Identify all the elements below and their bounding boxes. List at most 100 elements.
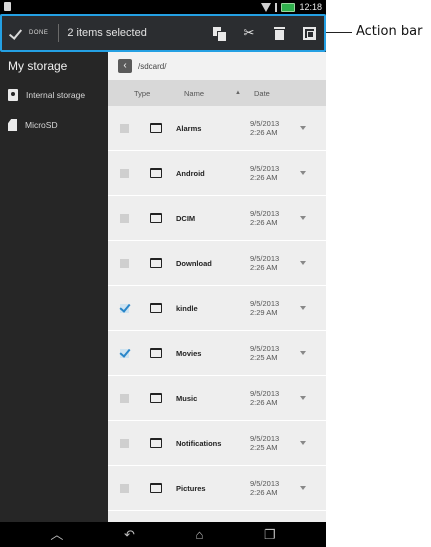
row-menu-icon[interactable] (300, 351, 306, 355)
sort-ascending-icon: ▲ (235, 90, 241, 96)
file-name: Music (176, 393, 198, 403)
back-button[interactable]: ‹ (118, 59, 132, 73)
row-menu-icon[interactable] (300, 441, 306, 445)
file-date-time: 2:26 AM (250, 218, 278, 227)
row-menu-icon[interactable] (300, 306, 306, 310)
row-checkbox[interactable] (120, 168, 129, 178)
storage-sidebar: My storage Internal storage MicroSD (0, 52, 108, 522)
file-date-day: 9/5/2013 (250, 434, 280, 443)
row-checkbox[interactable] (120, 258, 129, 268)
file-list-pane: ‹ /sdcard/ Type Name ▲ Date Alarms 9/5/20… (108, 52, 326, 522)
column-date[interactable]: Date (254, 89, 326, 98)
action-bar-divider (58, 24, 60, 42)
row-menu-icon[interactable] (300, 126, 306, 130)
row-checkbox[interactable] (120, 213, 129, 223)
file-list: Alarms 9/5/2013 2:26 AM Android 9/5/2013 2:26… (108, 106, 326, 522)
sidebar-item-internal-storage[interactable]: Internal storage (0, 80, 108, 110)
file-date-time: 2:26 AM (250, 398, 278, 407)
folder-icon (150, 438, 162, 448)
copy-icon (212, 26, 227, 42)
row-checkbox[interactable] (120, 483, 129, 493)
row-menu-icon[interactable] (300, 396, 306, 400)
file-date-time: 2:26 AM (250, 173, 278, 182)
file-date-day: 9/5/2013 (250, 164, 280, 173)
current-path: /sdcard/ (138, 61, 167, 71)
folder-icon (150, 213, 162, 223)
file-row[interactable]: Podcasts9/5/20132:26 AM (108, 511, 326, 522)
folder-icon (150, 123, 162, 133)
file-date: 9/5/2013 2:26 AM (250, 389, 294, 407)
home-icon[interactable]: ⌂ (196, 528, 204, 541)
sidebar-title: My storage (8, 59, 68, 73)
row-checkbox[interactable] (120, 348, 129, 358)
notification-icon (4, 2, 11, 11)
file-date-day: 9/5/2013 (250, 254, 280, 263)
file-row[interactable]: DCIM 9/5/2013 2:26 AM (108, 196, 326, 241)
row-checkbox[interactable] (120, 303, 129, 313)
file-date-day: 9/5/2013 (250, 479, 280, 488)
folder-icon (150, 303, 162, 313)
row-menu-icon[interactable] (300, 261, 306, 265)
file-date-day: 9/5/2013 (250, 119, 280, 128)
callout-label: Action bar (356, 24, 423, 39)
file-date: 9/5/2013 2:26 AM (250, 254, 294, 272)
row-menu-icon[interactable] (300, 216, 306, 220)
file-name: DCIM (176, 213, 196, 223)
sidebar-item-label: Internal storage (26, 90, 86, 100)
check-icon (10, 28, 24, 38)
cut-button[interactable]: ✂ (234, 16, 264, 50)
file-row[interactable]: kindle 9/5/2013 2:29 AM (108, 286, 326, 331)
hide-keyboard-icon[interactable]: ︿ (50, 528, 63, 541)
file-name: Notifications (176, 438, 222, 448)
microsd-icon (8, 119, 17, 131)
selection-count: 2 items selected (67, 27, 147, 39)
path-bar: ‹ /sdcard/ (108, 52, 326, 80)
file-date: 9/5/2013 2:26 AM (250, 164, 294, 182)
row-checkbox[interactable] (120, 438, 129, 448)
file-date-time: 2:25 AM (250, 443, 278, 452)
cut-icon: ✂ (243, 25, 255, 40)
file-name: kindle (176, 303, 198, 313)
file-name: Movies (176, 348, 202, 358)
file-row[interactable]: Music 9/5/2013 2:26 AM (108, 376, 326, 421)
delete-button[interactable] (264, 16, 294, 50)
row-menu-icon[interactable] (300, 486, 306, 490)
delete-icon (273, 26, 285, 40)
file-name: Android (176, 168, 205, 178)
navigation-bar: ︿ ↶ ⌂ ❐ (0, 522, 326, 547)
wifi-icon (261, 2, 272, 12)
file-row[interactable]: Alarms 9/5/2013 2:26 AM (108, 106, 326, 151)
file-name: Pictures (176, 483, 206, 493)
sidebar-item-microsd[interactable]: MicroSD (0, 110, 108, 140)
signal-icon (275, 2, 278, 12)
row-checkbox[interactable] (120, 393, 129, 403)
file-date-time: 2:26 AM (250, 263, 278, 272)
status-bar: 12:18 (0, 0, 326, 14)
status-icons: 12:18 (261, 1, 322, 13)
file-row[interactable]: Download 9/5/2013 2:26 AM (108, 241, 326, 286)
file-row[interactable]: Pictures 9/5/2013 2:26 AM (108, 466, 326, 511)
copy-button[interactable] (204, 16, 234, 50)
folder-icon (150, 258, 162, 268)
file-date: 9/5/2013 2:25 AM (250, 344, 294, 362)
recent-apps-icon[interactable]: ❐ (264, 528, 276, 541)
battery-icon (281, 2, 296, 12)
folder-icon (150, 348, 162, 358)
done-button[interactable]: DONE (2, 16, 56, 50)
row-menu-icon[interactable] (300, 171, 306, 175)
file-row[interactable]: Movies 9/5/2013 2:25 AM (108, 331, 326, 376)
folder-icon (150, 393, 162, 403)
select-all-button[interactable] (294, 16, 324, 50)
file-date: 9/5/2013 2:26 AM (250, 119, 294, 137)
back-icon[interactable]: ↶ (124, 528, 135, 541)
file-row[interactable]: Notifications 9/5/2013 2:25 AM (108, 421, 326, 466)
column-type[interactable]: Type (108, 89, 166, 98)
done-label: DONE (29, 30, 49, 36)
column-name[interactable]: Name (166, 89, 222, 98)
file-date-day: 9/5/2013 (250, 389, 280, 398)
file-date-time: 2:25 AM (250, 353, 278, 362)
column-header: Type Name ▲ Date (108, 80, 326, 106)
file-row[interactable]: Android 9/5/2013 2:26 AM (108, 151, 326, 196)
file-date-time: 2:29 AM (250, 308, 278, 317)
row-checkbox[interactable] (120, 123, 129, 133)
